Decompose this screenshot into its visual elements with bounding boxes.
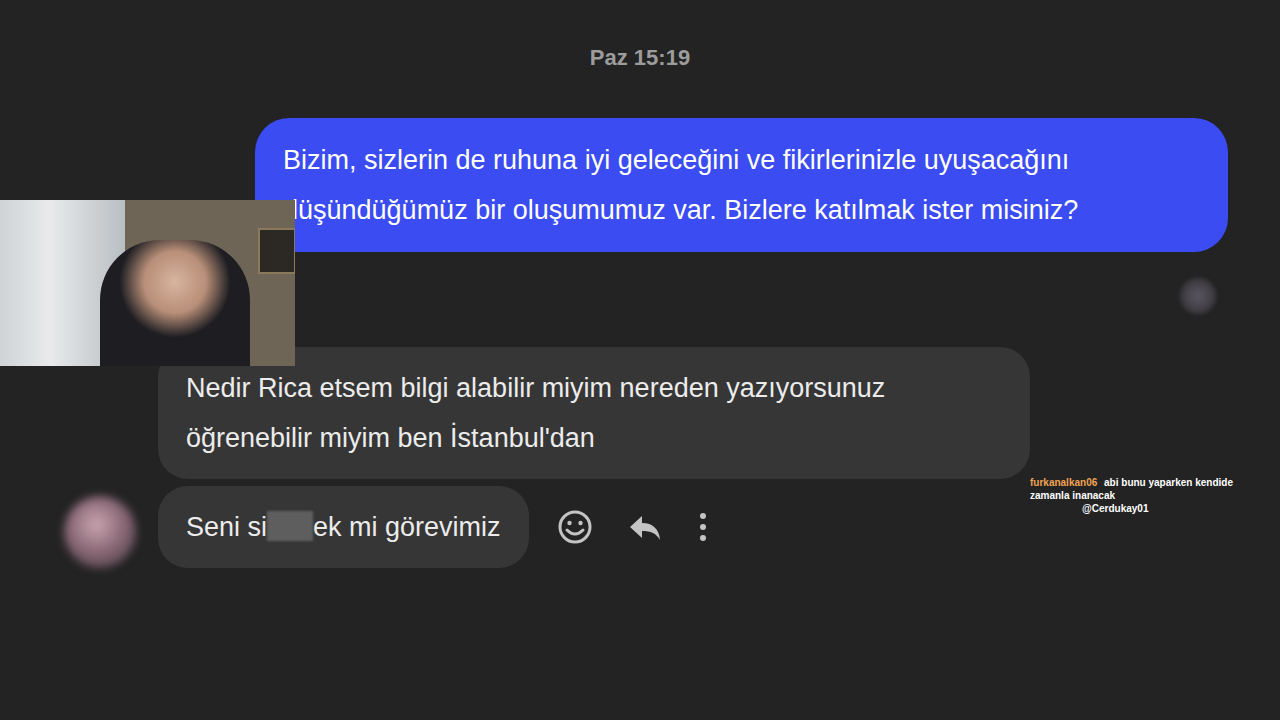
sender-avatar-icon[interactable] [64, 496, 136, 568]
smiley-icon[interactable] [557, 509, 593, 545]
reply-icon[interactable] [627, 509, 663, 545]
incoming-row: Nedir Rica etsem bilgi alabilir miyim ne… [0, 347, 1280, 479]
stream-chat-message: furkanalkan06 abi bunu yaparken kendide … [1030, 476, 1274, 515]
incoming-message[interactable]: Seni siek mi görevimiz [158, 486, 529, 568]
message-actions [557, 509, 709, 545]
outgoing-message[interactable]: Bizim, sizlerin de ruhuna iyi geleceğini… [255, 118, 1228, 252]
seen-avatar-icon [1180, 278, 1216, 314]
more-options-icon[interactable] [697, 509, 709, 545]
incoming-message[interactable]: Nedir Rica etsem bilgi alabilir miyim ne… [158, 347, 1030, 479]
incoming-group: Nedir Rica etsem bilgi alabilir miyim ne… [0, 347, 1280, 568]
timestamp: Paz 15:19 [0, 44, 1280, 72]
webcam-video [0, 200, 295, 366]
chat-username: furkanalkan06 [1030, 477, 1097, 488]
chat-mention: @Cerdukay01 [1030, 502, 1274, 515]
chat-screen: Paz 15:19 Bizim, sizlerin de ruhuna iyi … [0, 0, 1280, 720]
censored-word [267, 511, 313, 541]
